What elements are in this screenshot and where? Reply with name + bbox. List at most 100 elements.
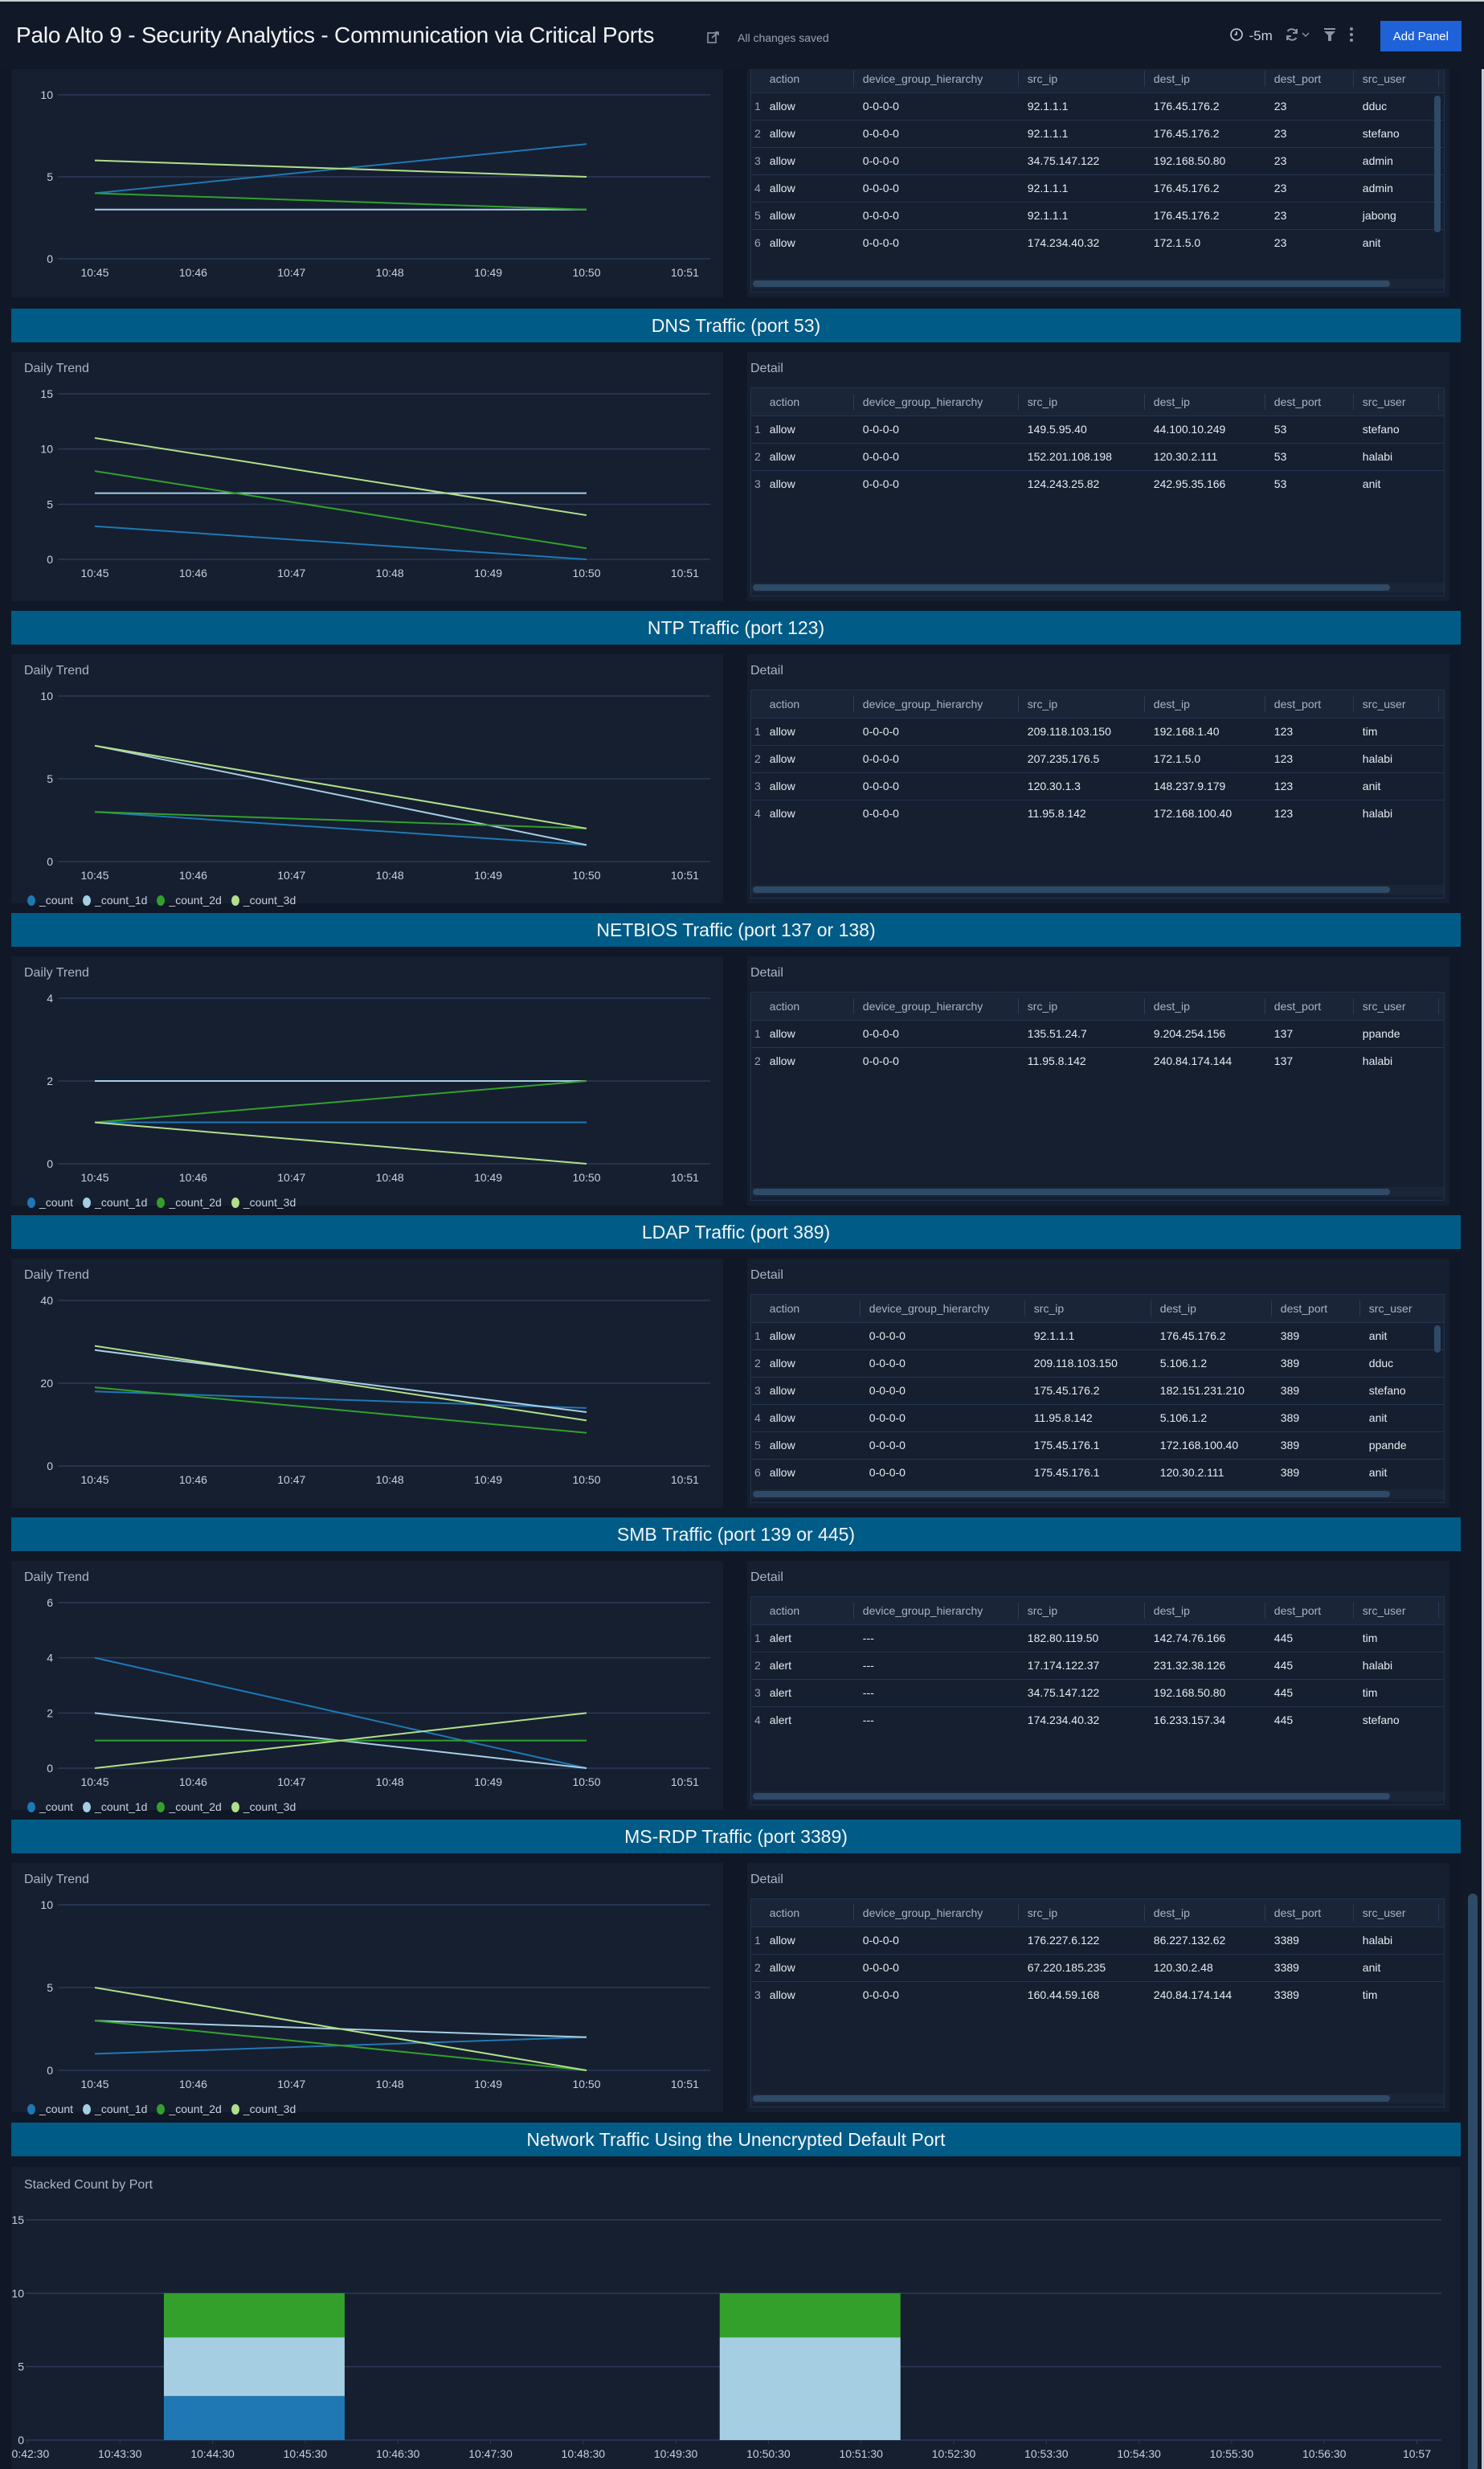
page-scrollbar[interactable]: [1462, 69, 1484, 2469]
table-row[interactable]: 4 allow 0-0-0-0 11.95.8.142 172.168.100.40 12…: [751, 799, 1444, 827]
table-row[interactable]: 2 allow 0-0-0-0 207.235.176.5 172.1.5.0 123 ha…: [751, 744, 1444, 772]
table-row[interactable]: 3 alert --- 34.75.147.122 192.168.50.80 445 ti…: [751, 1678, 1444, 1706]
page-scrollbar-thumb[interactable]: [1468, 1894, 1478, 2469]
column-header-src-user[interactable]: src_user: [1353, 993, 1439, 1020]
table-row[interactable]: 1 allow 0-0-0-0 209.118.103.150 192.168.1.40…: [751, 717, 1444, 745]
column-header-dest-port[interactable]: dest_port: [1271, 1295, 1360, 1322]
column-header-dest-port[interactable]: dest_port: [1265, 65, 1354, 92]
table-row[interactable]: 2 allow 0-0-0-0 209.118.103.150 5.106.1.2 389…: [751, 1349, 1444, 1377]
table-row[interactable]: 1 allow 0-0-0-0 135.51.24.7 9.204.254.156 137…: [751, 1019, 1444, 1047]
column-header-src-ip[interactable]: src_ip: [1018, 388, 1145, 416]
series-line-count_3d[interactable]: [94, 1121, 587, 1165]
series-line-count_1d[interactable]: [94, 744, 587, 846]
column-header-device-group-hierarchy[interactable]: device_group_hierarchy: [853, 1899, 1019, 1926]
legend-item[interactable]: _count_2d: [157, 2103, 222, 2115]
horizontal-scrollbar[interactable]: [751, 583, 1444, 592]
legend-item[interactable]: _count: [27, 894, 73, 907]
legend-item[interactable]: _count_1d: [83, 2103, 147, 2115]
column-header--count[interactable]: _count: [1438, 65, 1444, 92]
bar-segment-series-2[interactable]: [163, 2337, 345, 2397]
column-header-action[interactable]: action: [760, 1295, 861, 1322]
column-header--count[interactable]: _count: [1438, 1899, 1444, 1926]
bar-segment-series-3[interactable]: [719, 2293, 901, 2338]
horizontal-scrollbar[interactable]: [751, 279, 1444, 289]
legend-item[interactable]: _count_1d: [83, 1196, 147, 1209]
refresh-button[interactable]: [1284, 27, 1311, 47]
more-options-button[interactable]: [1348, 27, 1355, 47]
horizontal-scrollbar[interactable]: [751, 1791, 1444, 1801]
legend-item[interactable]: _count: [27, 1800, 73, 1813]
column-header-dest-port[interactable]: dest_port: [1265, 993, 1354, 1020]
series-line-count_3d[interactable]: [94, 159, 587, 178]
horizontal-scrollbar-thumb[interactable]: [753, 2095, 1391, 2102]
column-header-dest-ip[interactable]: dest_ip: [1144, 65, 1265, 92]
table-row[interactable]: 6 allow 0-0-0-0 175.45.176.1 120.30.2.111 389…: [751, 1458, 1444, 1486]
column-header-dest-ip[interactable]: dest_ip: [1144, 1899, 1265, 1926]
column-header-src-user[interactable]: src_user: [1353, 690, 1439, 718]
legend-item[interactable]: _count_3d: [231, 2103, 296, 2115]
column-header-src-ip[interactable]: src_ip: [1018, 65, 1145, 92]
series-line-count_2d[interactable]: [94, 192, 587, 211]
column-header--count[interactable]: _count: [1438, 388, 1444, 416]
series-line-count_3d[interactable]: [94, 1987, 587, 2071]
table-row[interactable]: 4 alert --- 174.234.40.32 16.233.157.34 445st…: [751, 1705, 1444, 1734]
series-line-count_2d[interactable]: [94, 470, 587, 550]
table-row[interactable]: 6 allow 0-0-0-0 174.234.40.32 172.1.5.0 23 ani…: [751, 228, 1444, 256]
add-panel-button[interactable]: Add Panel: [1380, 21, 1462, 51]
column-header-dest-ip[interactable]: dest_ip: [1144, 993, 1265, 1020]
horizontal-scrollbar[interactable]: [751, 885, 1444, 895]
legend-item[interactable]: _count_2d: [157, 1196, 222, 1209]
horizontal-scrollbar-thumb[interactable]: [753, 280, 1391, 287]
time-range-button[interactable]: -5m: [1229, 27, 1273, 46]
share-icon[interactable]: [705, 29, 722, 45]
table-row[interactable]: 1 allow 0-0-0-0 92.1.1.1 176.45.176.2 23 dduc: [751, 92, 1444, 120]
horizontal-scrollbar-thumb[interactable]: [753, 1793, 1391, 1800]
column-header-dest-ip[interactable]: dest_ip: [1151, 1295, 1272, 1322]
table-row[interactable]: 1 allow 0-0-0-0 176.227.6.122 86.227.132.62 3…: [751, 1926, 1444, 1954]
legend-item[interactable]: _count_3d: [231, 1196, 296, 1209]
column-header-action[interactable]: action: [760, 388, 854, 416]
column-header-src-ip[interactable]: src_ip: [1018, 1597, 1145, 1624]
column-header-src-ip[interactable]: src_ip: [1018, 993, 1145, 1020]
column-header-device-group-hierarchy[interactable]: device_group_hierarchy: [853, 65, 1019, 92]
table-row[interactable]: 1 allow 0-0-0-0 92.1.1.1 176.45.176.2 389 anit: [751, 1321, 1444, 1349]
table-row[interactable]: 2 allow 0-0-0-0 67.220.185.235 120.30.2.48 33…: [751, 1953, 1444, 1981]
horizontal-scrollbar[interactable]: [751, 2094, 1444, 2103]
legend-item[interactable]: _count_2d: [157, 1800, 222, 1813]
column-header-src-ip[interactable]: src_ip: [1018, 690, 1145, 718]
column-header-dest-port[interactable]: dest_port: [1265, 1899, 1354, 1926]
column-header-dest-ip[interactable]: dest_ip: [1144, 1597, 1265, 1624]
filter-button[interactable]: [1323, 27, 1337, 47]
series-line-count_1d[interactable]: [94, 1349, 587, 1414]
column-header--count[interactable]: _count: [1438, 993, 1444, 1020]
table-row[interactable]: 3 allow 0-0-0-0 120.30.1.3 148.237.9.179 123 a…: [751, 772, 1444, 800]
column-header-action[interactable]: action: [760, 1899, 854, 1926]
column-header-action[interactable]: action: [760, 1597, 854, 1624]
table-row[interactable]: 1 allow 0-0-0-0 149.5.95.40 44.100.10.249 53 s…: [751, 415, 1444, 443]
table-row[interactable]: 3 allow 0-0-0-0 124.243.25.82 242.95.35.166 5…: [751, 469, 1444, 497]
table-row[interactable]: 2 allow 0-0-0-0 152.201.108.198 120.30.2.111…: [751, 442, 1444, 470]
column-header-dest-port[interactable]: dest_port: [1265, 690, 1354, 718]
bar-segment-series-3[interactable]: [163, 2293, 345, 2338]
legend-item[interactable]: _count_1d: [83, 1800, 147, 1813]
bar-segment-series-1[interactable]: [163, 2396, 345, 2440]
table-row[interactable]: 4 allow 0-0-0-0 92.1.1.1 176.45.176.2 23 admin: [751, 174, 1444, 202]
column-header-device-group-hierarchy[interactable]: device_group_hierarchy: [853, 690, 1019, 718]
horizontal-scrollbar[interactable]: [751, 1489, 1444, 1499]
legend-item[interactable]: _count_3d: [231, 1800, 296, 1813]
table-row[interactable]: 2 allow 0-0-0-0 92.1.1.1 176.45.176.2 23 stefa…: [751, 119, 1444, 147]
column-header-device-group-hierarchy[interactable]: device_group_hierarchy: [853, 993, 1019, 1020]
column-header-action[interactable]: action: [760, 65, 854, 92]
table-row[interactable]: 3 allow 0-0-0-0 175.45.176.2 182.151.231.210…: [751, 1376, 1444, 1404]
series-line-count_2d[interactable]: [94, 811, 587, 829]
series-line-count_2d[interactable]: [94, 1080, 587, 1124]
column-header-src-user[interactable]: src_user: [1353, 1899, 1439, 1926]
table-row[interactable]: 2 alert --- 17.174.122.37 231.32.38.126 445 ha…: [751, 1651, 1444, 1679]
series-line-count_2d[interactable]: [94, 2020, 587, 2071]
column-header-dest-ip[interactable]: dest_ip: [1144, 388, 1265, 416]
legend-item[interactable]: _count: [27, 2103, 73, 2115]
vertical-scrollbar-thumb[interactable]: [1434, 96, 1441, 232]
legend-item[interactable]: _count_2d: [157, 894, 222, 907]
column-header-src-user[interactable]: src_user: [1353, 1597, 1439, 1624]
column-header-device-group-hierarchy[interactable]: device_group_hierarchy: [860, 1295, 1025, 1322]
